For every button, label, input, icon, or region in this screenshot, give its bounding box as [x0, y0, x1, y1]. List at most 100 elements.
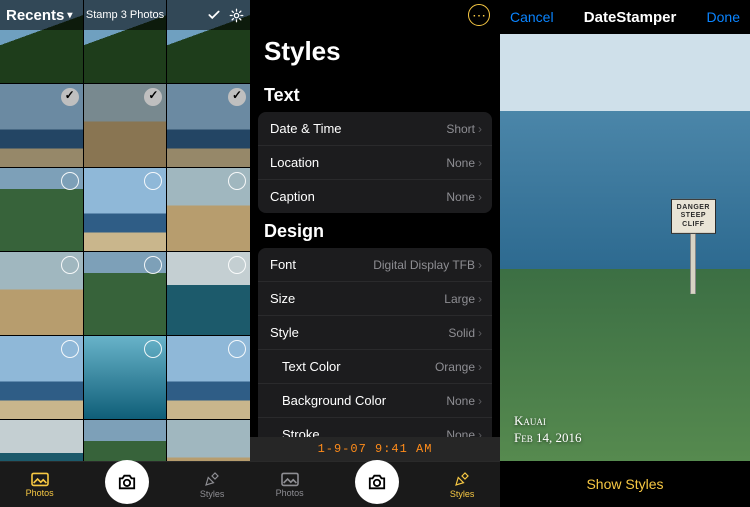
select-circle-icon	[61, 340, 79, 358]
screen-styles: ⋯ Styles Text Date & Time Short› Locatio…	[250, 0, 500, 507]
photo-thumb[interactable]	[0, 84, 83, 167]
chevron-right-icon: ›	[478, 394, 482, 408]
row-value: None	[446, 156, 475, 170]
chevron-right-icon: ›	[478, 292, 482, 306]
row-style[interactable]: Style Solid›	[258, 315, 492, 349]
check-icon[interactable]	[207, 8, 221, 22]
row-label: Background Color	[282, 393, 386, 408]
photo-thumb[interactable]	[167, 84, 250, 167]
cancel-button[interactable]: Cancel	[510, 9, 554, 25]
camera-button[interactable]	[355, 460, 399, 504]
row-value: Short	[446, 122, 475, 136]
tab-bar: Photos Styles	[0, 461, 250, 507]
photo-thumb[interactable]	[84, 252, 167, 335]
sign-line: DANGER	[677, 204, 710, 212]
select-circle-icon	[144, 256, 162, 274]
sign-text: DANGER STEEP CLIFF	[671, 199, 716, 234]
sign-line: CLIFF	[677, 221, 710, 229]
section-header-text: Text	[250, 77, 500, 112]
preview-photo: DANGER STEEP CLIFF Kauai Feb 14, 2016	[500, 34, 750, 461]
photo-thumb[interactable]	[84, 84, 167, 167]
row-value: Large	[444, 292, 475, 306]
row-font[interactable]: Font Digital Display TFB›	[258, 248, 492, 281]
photo-thumb[interactable]	[167, 252, 250, 335]
photo-thumb[interactable]	[84, 168, 167, 251]
row-text-color[interactable]: Text Color Orange›	[258, 349, 492, 383]
row-label: Text Color	[282, 359, 341, 374]
tab-label: Photos	[26, 488, 54, 498]
chevron-right-icon: ›	[478, 190, 482, 204]
check-icon	[228, 88, 246, 106]
row-value: Digital Display TFB	[373, 258, 475, 272]
row-label: Font	[270, 257, 296, 272]
photo-thumb[interactable]	[167, 168, 250, 251]
row-value: None	[446, 394, 475, 408]
chevron-right-icon: ›	[478, 360, 482, 374]
camera-button[interactable]	[105, 460, 149, 504]
tab-bar: Photos Styles	[250, 461, 500, 507]
screen-photo-picker: Recents ▾ Stamp 3 Photos Photos Styles	[0, 0, 250, 507]
text-settings-group: Date & Time Short› Location None› Captio…	[258, 112, 492, 213]
select-circle-icon	[228, 172, 246, 190]
select-circle-icon	[144, 340, 162, 358]
row-value: Orange	[435, 360, 475, 374]
select-circle-icon	[61, 256, 79, 274]
row-size[interactable]: Size Large›	[258, 281, 492, 315]
tab-styles[interactable]: Styles	[200, 470, 225, 499]
photo-thumb[interactable]	[84, 420, 167, 461]
row-label: Location	[270, 155, 319, 170]
row-location[interactable]: Location None›	[258, 145, 492, 179]
sign-pole	[690, 234, 696, 294]
photo-grid	[0, 0, 250, 461]
tab-photos[interactable]: Photos	[26, 471, 54, 498]
app-title: DateStamper	[584, 9, 677, 26]
photo-thumb[interactable]	[0, 336, 83, 419]
album-name: Recents	[6, 7, 64, 24]
tab-styles[interactable]: Styles	[450, 470, 475, 499]
design-settings-group: Font Digital Display TFB› Size Large› St…	[258, 248, 492, 451]
chevron-right-icon: ›	[478, 258, 482, 272]
row-value: Solid	[448, 326, 475, 340]
photo-thumb[interactable]	[167, 336, 250, 419]
picker-header: Recents ▾ Stamp 3 Photos	[0, 0, 250, 30]
gear-icon[interactable]	[229, 8, 244, 23]
row-caption[interactable]: Caption None›	[258, 179, 492, 213]
photo-thumb[interactable]	[167, 420, 250, 461]
chevron-right-icon: ›	[478, 122, 482, 136]
stamp-location: Kauai	[514, 412, 581, 430]
tab-photos[interactable]: Photos	[276, 471, 304, 498]
screen-preview: Cancel DateStamper Done DANGER STEEP CLI…	[500, 0, 750, 507]
page-title: Styles	[250, 30, 500, 77]
photo-thumb[interactable]	[0, 252, 83, 335]
stamp-preview-bar: 1-9-07 9:41 AM	[250, 437, 500, 461]
photo-thumb[interactable]	[84, 336, 167, 419]
select-circle-icon	[228, 256, 246, 274]
section-header-design: Design	[250, 213, 500, 248]
photo-thumb[interactable]	[0, 168, 83, 251]
row-label: Size	[270, 291, 295, 306]
chevron-down-icon: ▾	[67, 10, 72, 21]
row-label: Caption	[270, 189, 315, 204]
photo-thumb[interactable]	[0, 420, 83, 461]
done-button[interactable]: Done	[707, 9, 740, 25]
row-date-time[interactable]: Date & Time Short›	[258, 112, 492, 145]
chevron-right-icon: ›	[478, 326, 482, 340]
row-background-color[interactable]: Background Color None›	[258, 383, 492, 417]
album-selector[interactable]: Recents ▾	[6, 7, 72, 24]
more-icon[interactable]: ⋯	[468, 4, 490, 26]
select-circle-icon	[144, 172, 162, 190]
check-icon	[144, 88, 162, 106]
show-styles-button[interactable]: Show Styles	[500, 461, 750, 507]
row-label: Style	[270, 325, 299, 340]
preview-header: Cancel DateStamper Done	[500, 0, 750, 34]
row-label: Date & Time	[270, 121, 342, 136]
camera-icon	[366, 473, 388, 491]
chevron-right-icon: ›	[478, 156, 482, 170]
tab-label: Photos	[276, 488, 304, 498]
select-circle-icon	[228, 340, 246, 358]
camera-icon	[116, 473, 138, 491]
sign-post: DANGER STEEP CLIFF	[671, 199, 716, 294]
styles-header: ⋯	[250, 0, 500, 30]
date-stamp: Kauai Feb 14, 2016	[514, 412, 581, 447]
stamp-count-label: Stamp 3 Photos	[86, 9, 164, 21]
